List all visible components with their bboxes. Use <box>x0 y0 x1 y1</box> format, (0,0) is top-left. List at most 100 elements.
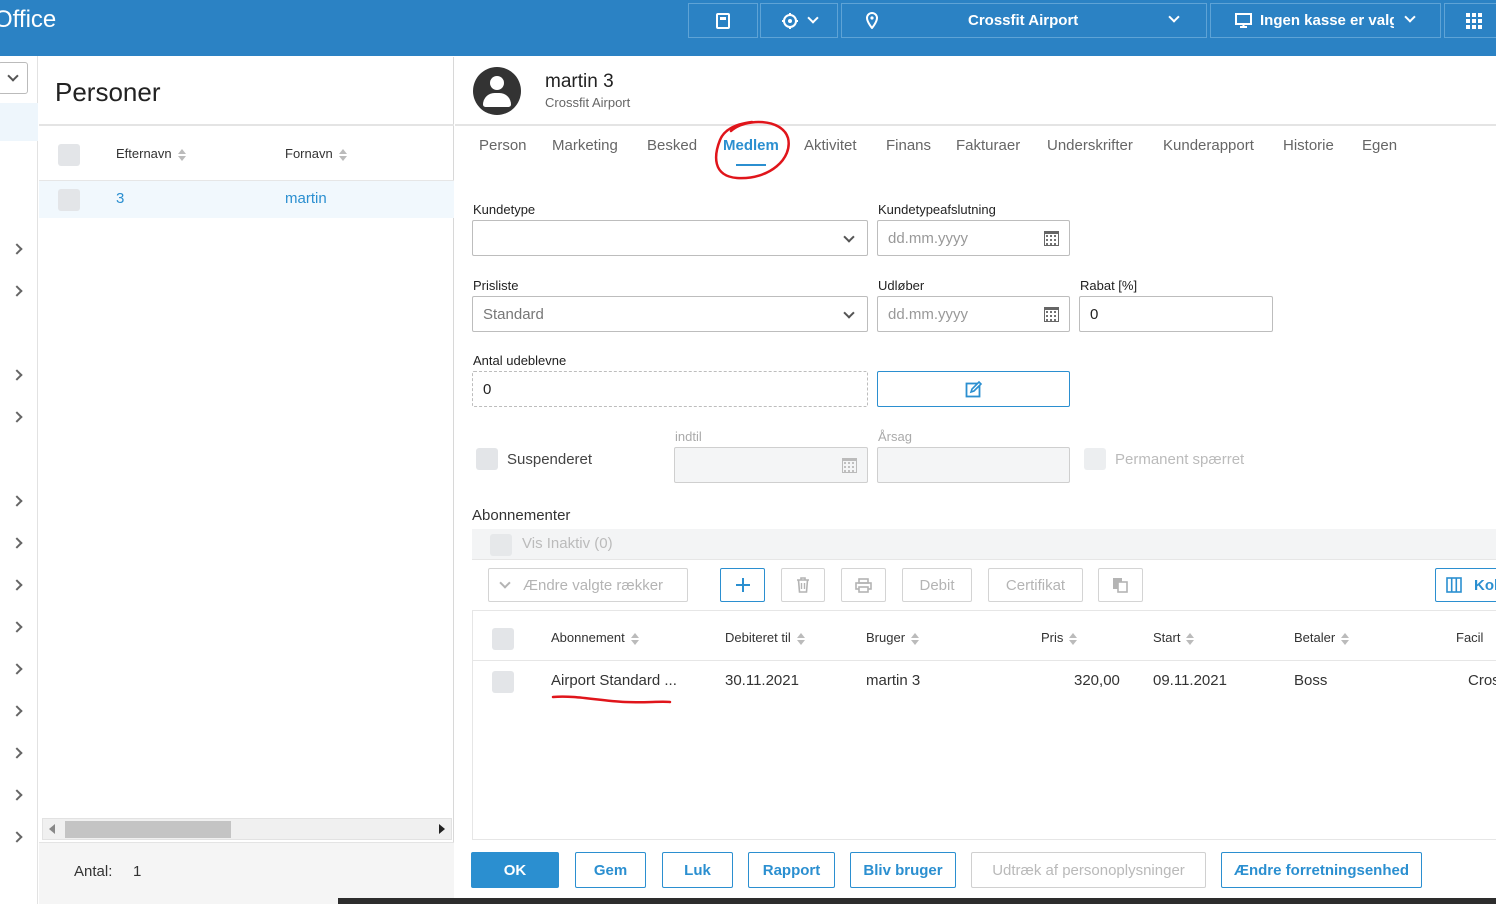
column-header-label: Facil <box>1456 630 1484 645</box>
sort-icon <box>1341 632 1350 645</box>
column-header-start[interactable]: Start <box>1153 630 1195 645</box>
sort-icon <box>796 632 805 645</box>
count-value: 1 <box>133 863 142 880</box>
row-checkbox[interactable] <box>58 189 80 211</box>
last-name-link[interactable]: 3 <box>116 190 124 207</box>
debit-button[interactable]: Debit <box>902 568 972 602</box>
column-header-label: Betaler <box>1294 630 1336 645</box>
column-header-label: Start <box>1153 630 1181 645</box>
add-subscription-button[interactable] <box>720 568 765 602</box>
delete-button[interactable] <box>781 568 825 602</box>
count-bar: Antal: 1 <box>39 842 454 904</box>
calendar-icon[interactable] <box>1044 231 1059 246</box>
certificate-button[interactable]: Certifikat <box>988 568 1083 602</box>
first-name-link[interactable]: martin <box>285 190 327 207</box>
rabat-input[interactable]: 0 <box>1079 296 1273 332</box>
select-all-checkbox[interactable] <box>58 144 80 166</box>
column-header-facil[interactable]: Facil <box>1456 630 1483 645</box>
notebook-button[interactable] <box>688 3 758 38</box>
profile-subtitle: Crossfit Airport <box>545 95 631 110</box>
persons-title: Personer <box>55 77 161 107</box>
become-user-button[interactable]: Bliv bruger <box>850 852 956 888</box>
tab-besked[interactable]: Besked <box>647 137 697 154</box>
location-value: Crossfit Airport <box>968 12 1079 29</box>
tab-finans[interactable]: Finans <box>886 137 931 154</box>
print-button[interactable] <box>841 568 886 602</box>
subscriptions-filter-bar: Vis Inaktiv (0) <box>472 529 1496 559</box>
edit-button[interactable] <box>877 371 1070 407</box>
prisliste-select[interactable]: Standard <box>472 296 868 332</box>
persons-panel: Personer Efternavn Fornavn 3 martin Anta… <box>39 57 454 904</box>
register-select[interactable]: Ingen kasse er valg <box>1210 3 1441 38</box>
copy-button[interactable] <box>1098 568 1143 602</box>
sort-icon <box>177 148 186 161</box>
bulk-edit-dropdown[interactable]: Ændre valgte rækker <box>488 568 688 602</box>
tab-historie[interactable]: Historie <box>1283 137 1334 154</box>
certificate-label: Certifikat <box>1005 576 1066 594</box>
tab-egen[interactable]: Egen <box>1362 137 1397 154</box>
tab-aktivitet[interactable]: Aktivitet <box>804 137 857 154</box>
column-header-debiteret-til[interactable]: Debiteret til <box>725 630 805 645</box>
show-inactive-label: Vis Inaktiv (0) <box>522 535 613 552</box>
table-row[interactable]: Airport Standard ... 30.11.2021 martin 3… <box>472 662 1496 702</box>
column-header-abonnement[interactable]: Abonnement <box>551 630 639 645</box>
subscriptions-table-header: Abonnement Debiteret til Bruger Pris Sta… <box>472 611 1496 661</box>
edit-icon <box>965 380 982 398</box>
cell-pris: 320,00 <box>1074 672 1120 689</box>
report-button[interactable]: Rapport <box>748 852 835 888</box>
date-placeholder: dd.mm.yyyy <box>888 305 969 323</box>
udlober-date-field[interactable]: dd.mm.yyyy <box>877 296 1070 332</box>
column-header-label: Pris <box>1041 630 1064 645</box>
change-business-unit-button[interactable]: Ændre forretningsenhed <box>1221 852 1422 888</box>
column-header-label: Debiteret til <box>725 630 791 645</box>
calendar-icon[interactable] <box>1044 307 1059 322</box>
column-header-label: Abonnement <box>551 630 625 645</box>
table-row[interactable]: 3 martin <box>39 180 454 218</box>
close-button[interactable]: Luk <box>662 852 733 888</box>
monitor-icon <box>1235 13 1252 28</box>
column-header-bruger[interactable]: Bruger <box>866 630 920 645</box>
tab-underskrifter[interactable]: Underskrifter <box>1047 137 1133 154</box>
tab-person[interactable]: Person <box>479 137 527 154</box>
tab-marketing[interactable]: Marketing <box>552 137 618 154</box>
permanent-spaerret-label: Permanent spærret <box>1115 451 1245 468</box>
trash-icon <box>797 577 809 593</box>
column-header-label: Bruger <box>866 630 906 645</box>
sort-icon <box>1186 632 1195 645</box>
location-select[interactable]: Crossfit Airport <box>841 3 1207 38</box>
kundetypeafslutning-date-field[interactable]: dd.mm.yyyy <box>877 220 1070 256</box>
save-button[interactable]: Gem <box>575 852 646 888</box>
column-header-last-name[interactable]: Efternavn <box>116 146 186 161</box>
subscriptions-toolbar: Ændre valgte rækker Debit Certifikat Kol <box>472 559 1496 611</box>
select-all-checkbox[interactable] <box>492 628 514 650</box>
scroll-thumb[interactable] <box>65 821 231 838</box>
tab-medlem[interactable]: Medlem <box>723 137 779 154</box>
antal-udeblevne-field[interactable]: 0 <box>472 371 868 407</box>
kundetype-select[interactable] <box>472 220 868 256</box>
profile-name: martin 3 <box>545 71 614 92</box>
ok-button[interactable]: OK <box>471 852 559 888</box>
column-header-first-name[interactable]: Fornavn <box>285 146 347 161</box>
column-header-betaler[interactable]: Betaler <box>1294 630 1350 645</box>
indtil-label: indtil <box>675 429 702 444</box>
scroll-left-icon[interactable] <box>49 824 55 834</box>
arsag-field <box>877 447 1070 483</box>
nav-dropdown[interactable] <box>0 62 28 94</box>
column-header-pris[interactable]: Pris <box>1041 630 1078 645</box>
kundetypeafslutning-label: Kundetypeafslutning <box>878 202 996 217</box>
permanent-spaerret-checkbox <box>1084 448 1106 470</box>
show-inactive-checkbox[interactable] <box>490 534 512 556</box>
apps-menu-button[interactable] <box>1444 3 1496 38</box>
printer-icon <box>855 577 872 593</box>
settings-menu-button[interactable] <box>760 3 838 38</box>
scroll-right-icon[interactable] <box>439 824 445 834</box>
taskbar-edge <box>338 898 1496 904</box>
suspenderet-checkbox[interactable] <box>476 448 498 470</box>
columns-button[interactable]: Kol <box>1435 568 1496 602</box>
row-checkbox[interactable] <box>492 671 514 693</box>
tab-kunderapport[interactable]: Kunderapport <box>1163 137 1254 154</box>
tab-fakturaer[interactable]: Fakturaer <box>956 137 1020 154</box>
table-border <box>472 611 473 839</box>
horizontal-scrollbar[interactable] <box>42 818 452 840</box>
nav-active-item[interactable] <box>0 103 38 141</box>
